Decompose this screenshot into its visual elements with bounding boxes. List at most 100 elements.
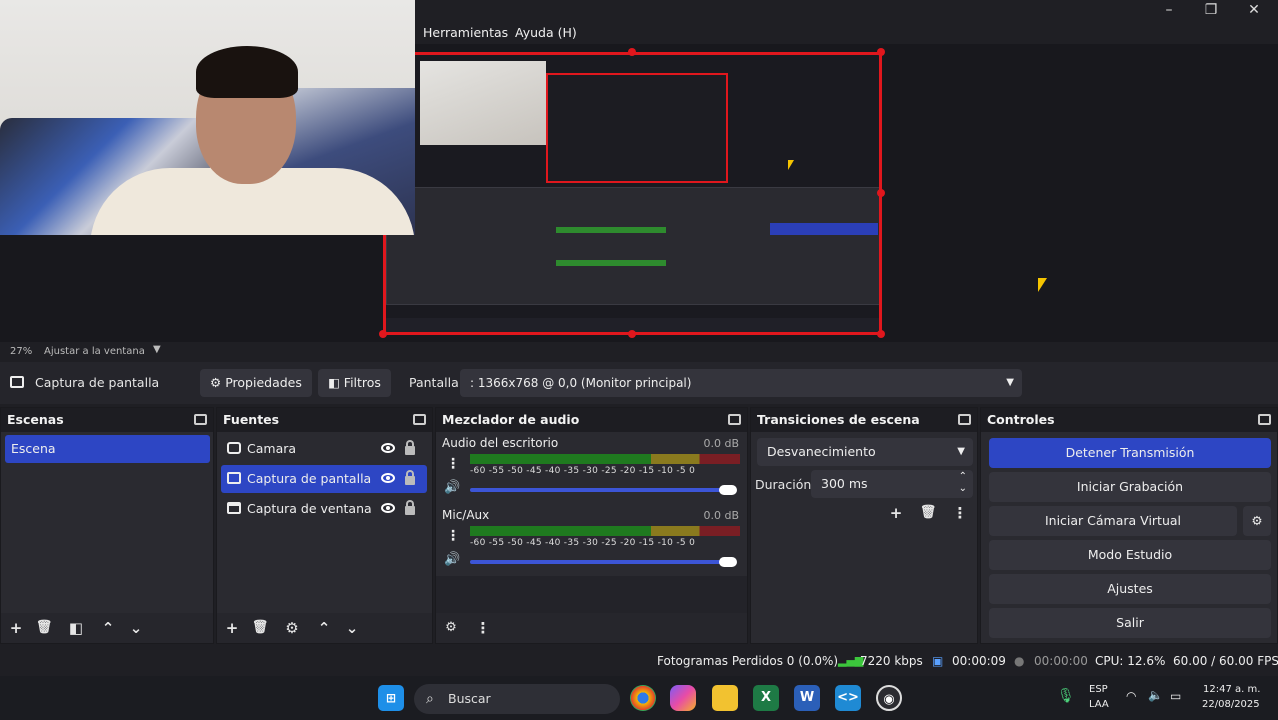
advanced-audio-icon[interactable]: ⚙ [442,619,460,637]
trash-icon[interactable]: 🗑 [35,619,53,637]
stop-streaming-button[interactable]: Detener Transmisión [989,438,1271,468]
language-line2[interactable]: LAA [1089,699,1109,710]
lock-icon[interactable] [405,470,415,485]
chevron-down-icon: ▼ [1006,377,1014,388]
chevron-up-icon[interactable]: ⌃ [315,619,333,637]
settings-button[interactable]: Ajustes [989,574,1271,604]
studio-mode-button[interactable]: Modo Estudio [989,540,1271,570]
source-label: Camara [247,441,297,456]
source-item-camera[interactable]: Camara [221,435,427,463]
battery-icon[interactable]: ▭ [1170,689,1181,703]
transition-select[interactable]: Desvanecimiento ▼ [757,438,973,466]
resize-handle-t[interactable] [628,48,636,56]
clock-time[interactable]: 12:47 a. m. [1203,684,1260,695]
kebab-menu-icon[interactable]: ⋮ [446,528,460,544]
nested-stop-button [770,223,878,235]
nested-docks [386,187,879,305]
meter-scale-desktop: -60 -55 -50 -45 -40 -35 -30 -25 -20 -15 … [470,466,696,476]
speaker-icon[interactable]: 🔊 [444,480,460,495]
properties-button[interactable]: ⚙ Propiedades [200,369,312,397]
zoom-dropdown-icon[interactable]: ▼ [153,344,161,355]
chrome-icon[interactable] [630,685,656,711]
microphone-icon[interactable]: 🎙 [1057,688,1075,704]
gear-icon: ⚙ [1251,513,1263,528]
scene-item[interactable]: Escena [5,435,210,463]
chevron-down-icon[interactable]: ⌄ [127,619,145,637]
wifi-icon[interactable]: ◠ [1126,689,1136,703]
language-line1[interactable]: ESP [1089,684,1108,695]
channel-name-desktop: Audio del escritorio [442,436,559,450]
kebab-menu-icon[interactable]: ⋮ [446,456,460,472]
dock-float-icon[interactable] [1258,414,1271,425]
volume-slider-thumb[interactable] [719,557,737,567]
menu-help[interactable]: Ayuda (H) [515,25,577,40]
resize-handle-tr[interactable] [877,48,885,56]
virtual-camera-settings-button[interactable]: ⚙ [1243,506,1271,536]
mouse-cursor-icon [1038,278,1047,292]
mixer-empty-area [436,576,747,614]
menu-tools[interactable]: Herramientas [423,25,508,40]
close-icon[interactable]: ✕ [1240,1,1268,19]
add-icon[interactable]: + [223,619,241,637]
chevron-up-icon[interactable]: ⌃ [99,619,117,637]
screen-capture-preview[interactable] [383,52,882,335]
preview-canvas[interactable]: Herramientas Ayuda (H) – ❐ ✕ [0,0,1278,342]
add-icon[interactable]: + [887,504,905,522]
copilot-icon[interactable] [670,685,696,711]
lock-icon[interactable] [405,440,415,455]
minimize-icon[interactable]: – [1155,1,1183,19]
trash-icon[interactable]: 🗑 [919,504,937,522]
dock-float-icon[interactable] [728,414,741,425]
resize-handle-r[interactable] [877,189,885,197]
eye-icon[interactable] [381,503,395,513]
windows-start-icon[interactable]: ⊞ [378,685,404,711]
filters-button[interactable]: ◧ Filtros [318,369,391,397]
bitrate: 7220 kbps [860,654,923,668]
resize-handle-b[interactable] [628,330,636,338]
clock-date[interactable]: 22/08/2025 [1202,699,1260,710]
source-item-window-capture[interactable]: Captura de ventana [221,495,427,523]
duration-input[interactable]: 300 ms ⌃ ⌄ [811,470,973,498]
transition-value: Desvanecimiento [767,444,876,459]
vscode-icon[interactable]: <> [835,685,861,711]
lock-icon[interactable] [405,500,415,515]
obs-icon[interactable]: ◉ [876,685,902,711]
add-icon[interactable]: + [7,619,25,637]
source-item-screen-capture[interactable]: Captura de pantalla [221,465,427,493]
kebab-menu-icon[interactable]: ⋮ [474,619,492,637]
volume-slider-thumb[interactable] [719,485,737,495]
filter-icon[interactable]: ◧ [67,619,85,637]
eye-icon[interactable] [381,443,395,453]
zoom-mode[interactable]: Ajustar a la ventana [44,346,145,357]
start-virtual-camera-button[interactable]: Iniciar Cámara Virtual [989,506,1237,536]
status-bar: Fotogramas Perdidos 0 (0.0%) ▂▄▆ 7220 kb… [0,646,1278,676]
resize-handle-br[interactable] [877,330,885,338]
trash-icon[interactable]: 🗑 [251,619,269,637]
volume-slider-mic[interactable] [470,560,728,564]
nested-meter-2 [556,260,666,266]
start-recording-button[interactable]: Iniciar Grabación [989,472,1271,502]
webcam-source[interactable] [0,0,415,235]
volume-slider-desktop[interactable] [470,488,728,492]
camera-icon [227,442,241,454]
kebab-menu-icon[interactable]: ⋮ [951,504,969,522]
excel-icon[interactable]: X [753,685,779,711]
display-select[interactable]: : 1366x768 @ 0,0 (Monitor principal) ▼ [460,369,1022,397]
chevron-down-icon[interactable]: ⌄ [343,619,361,637]
dock-float-icon[interactable] [194,414,207,425]
dock-float-icon[interactable] [413,414,426,425]
filter-icon: ◧ [328,375,340,390]
gear-icon[interactable]: ⚙ [283,619,301,637]
taskbar-search[interactable]: ⌕ Buscar [414,684,620,714]
speaker-icon[interactable]: 🔊 [444,552,460,567]
maximize-icon[interactable]: ❐ [1197,1,1225,19]
word-icon[interactable]: W [794,685,820,711]
source-label: Captura de pantalla [247,471,372,486]
dock-float-icon[interactable] [958,414,971,425]
volume-icon[interactable]: 🔈 [1148,688,1163,702]
resize-handle-bl[interactable] [379,330,387,338]
spin-down-icon[interactable]: ⌄ [959,475,967,503]
exit-button[interactable]: Salir [989,608,1271,638]
file-explorer-icon[interactable] [712,685,738,711]
eye-icon[interactable] [381,473,395,483]
